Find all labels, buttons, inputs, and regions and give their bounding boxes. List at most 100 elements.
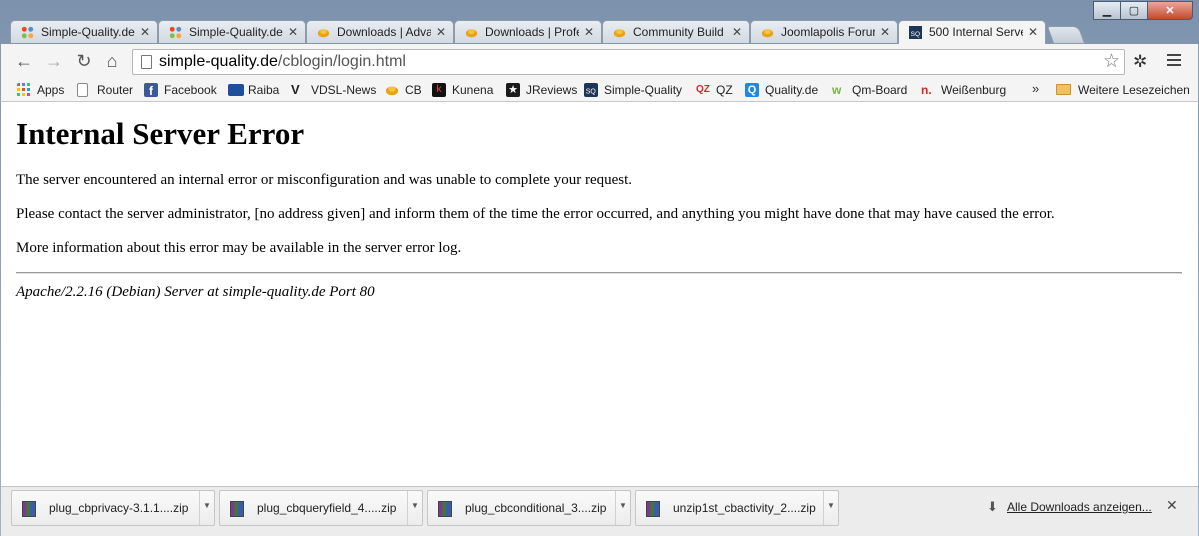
winrar-archive-icon <box>22 501 36 517</box>
bookmark-folder-label: Weitere Lesezeichen <box>1078 83 1190 97</box>
tab-close-icon[interactable]: ✕ <box>288 21 298 43</box>
winrar-archive-icon <box>438 501 452 517</box>
bookmark-qz[interactable]: QZ QZ <box>696 82 733 98</box>
chevron-down-icon[interactable]: ▼ <box>615 491 630 525</box>
tab-label: 500 Internal Serve <box>929 25 1023 39</box>
bookmark-kunena[interactable]: k Kunena <box>432 82 493 98</box>
chevron-down-icon[interactable]: ▼ <box>823 491 838 525</box>
download-item[interactable]: plug_cbprivacy-3.1.1....zip ▼ <box>11 490 215 526</box>
page-icon <box>141 55 152 69</box>
download-filename: plug_cbqueryfield_4.....zip <box>257 501 397 515</box>
new-tab-button[interactable] <box>1046 26 1086 44</box>
facebook-icon: f <box>144 83 158 98</box>
show-all-downloads-link[interactable]: Alle Downloads anzeigen... <box>1007 500 1152 514</box>
download-shelf: plug_cbprivacy-3.1.1....zip ▼ plug_cbque… <box>1 486 1198 536</box>
bookmarks-folder-other[interactable]: Weitere Lesezeichen <box>1056 82 1190 98</box>
bookmark-jreviews[interactable]: ★ JReviews <box>506 82 577 98</box>
bookmark-cb[interactable]: CB <box>385 82 422 98</box>
log-message: More information about this error may be… <box>16 240 462 256</box>
contact-message: Please contact the server administrator,… <box>16 206 1055 222</box>
joomlapolis-icon <box>761 29 774 38</box>
forward-button[interactable]: → <box>43 51 65 71</box>
weissenburg-icon: n. <box>921 83 932 97</box>
tab-downloads-adva[interactable]: Downloads | Adva ✕ <box>306 20 454 43</box>
bookmark-label: JReviews <box>526 83 578 97</box>
server-signature: Apache/2.2.16 (Debian) Server at simple-… <box>16 284 375 300</box>
tab-simple-quality-1[interactable]: Simple-Quality.de ✕ <box>10 20 158 43</box>
tab-label: Simple-Quality.de <box>41 25 135 39</box>
bookmark-simple-quality[interactable]: SQ Simple-Quality <box>584 82 682 98</box>
tab-close-icon[interactable]: ✕ <box>436 21 446 43</box>
download-item[interactable]: unzip1st_cbactivity_2....zip ▼ <box>635 490 839 526</box>
tab-label: Joomlapolis Forur <box>781 25 875 39</box>
download-item[interactable]: plug_cbqueryfield_4.....zip ▼ <box>219 490 423 526</box>
kunena-icon: k <box>432 83 446 97</box>
toolbar: ← → ↻ ⌂ simple-quality.de/cblogin/login.… <box>0 44 1199 78</box>
bookmark-star-icon[interactable]: ☆ <box>1103 50 1120 74</box>
tab-close-icon[interactable]: ✕ <box>140 21 150 43</box>
download-filename: unzip1st_cbactivity_2....zip <box>673 501 816 515</box>
sq-icon: SQ <box>909 26 922 39</box>
tab-community-builder[interactable]: Community Build ✕ <box>602 20 750 43</box>
apps-grid-icon <box>17 83 30 96</box>
raiba-icon <box>228 84 244 96</box>
joomlapolis-icon <box>465 29 478 38</box>
close-window-button[interactable]: ✕ <box>1147 1 1193 20</box>
bookmark-quality-de[interactable]: Q Quality.de <box>745 82 818 98</box>
download-item[interactable]: plug_cbconditional_3....zip ▼ <box>427 490 631 526</box>
bookmark-label: CB <box>405 83 422 97</box>
address-bar[interactable]: simple-quality.de/cblogin/login.html ☆ <box>132 49 1125 75</box>
show-all-downloads: ⬇ Alle Downloads anzeigen... <box>987 499 1152 514</box>
extension-icon[interactable]: ✲ <box>1133 52 1147 72</box>
tab-joomlapolis-forum[interactable]: Joomlapolis Forur ✕ <box>750 20 898 43</box>
tab-downloads-profe[interactable]: Downloads | Profe ✕ <box>454 20 602 43</box>
bookmark-qm-board[interactable]: w Qm-Board <box>832 82 907 98</box>
bookmark-label: Apps <box>37 83 65 97</box>
tab-close-icon[interactable]: ✕ <box>584 21 594 43</box>
home-button[interactable]: ⌂ <box>101 51 123 71</box>
bookmark-label: Weißenburg <box>941 83 1007 97</box>
bookmark-weissenburg[interactable]: n. Weißenburg <box>921 82 1006 98</box>
chevron-down-icon[interactable]: ▼ <box>199 491 214 525</box>
bookmark-label: Simple-Quality <box>604 83 683 97</box>
vdsl-icon: V <box>291 82 300 97</box>
joomla-icon <box>169 26 182 39</box>
bookmarks-overflow-button[interactable]: » <box>1032 81 1039 96</box>
joomlapolis-icon <box>613 29 626 38</box>
maximize-button[interactable]: ▢ <box>1120 1 1148 20</box>
bookmark-vdsl-news[interactable]: V VDSL-News <box>291 82 376 98</box>
tab-label: Downloads | Adva <box>337 25 431 39</box>
tab-close-icon[interactable]: ✕ <box>732 21 742 43</box>
chevron-down-icon[interactable]: ▼ <box>407 491 422 525</box>
download-filename: plug_cbconditional_3....zip <box>465 501 607 515</box>
tab-internal-server-error[interactable]: SQ 500 Internal Serve ✕ <box>898 20 1046 44</box>
close-shelf-icon[interactable]: ✕ <box>1166 497 1178 514</box>
bookmark-apps[interactable]: Apps <box>17 82 64 98</box>
joomla-icon <box>21 26 34 39</box>
bookmark-label: Facebook <box>164 83 217 97</box>
bookmark-raiba[interactable]: Raiba <box>228 82 279 98</box>
tab-close-icon[interactable]: ✕ <box>1028 21 1038 44</box>
quality-icon: Q <box>745 83 759 97</box>
svg-text:SQ: SQ <box>911 31 920 38</box>
joomlapolis-icon <box>385 86 399 96</box>
download-filename: plug_cbprivacy-3.1.1....zip <box>49 501 189 515</box>
bookmarks-bar: Apps Router f Facebook Raiba V VDSL-News… <box>0 78 1199 102</box>
page-content: Internal Server Error The server encount… <box>1 102 1198 486</box>
page-icon <box>77 83 88 97</box>
bookmark-label: Kunena <box>452 83 494 97</box>
tab-strip: Simple-Quality.de ✕ Simple-Quality.de ✕ … <box>10 20 1086 44</box>
minimize-button[interactable]: ▁ <box>1093 1 1121 20</box>
bookmark-router[interactable]: Router <box>77 82 133 98</box>
tab-close-icon[interactable]: ✕ <box>880 21 890 43</box>
error-message: The server encountered an internal error… <box>16 172 633 188</box>
reload-button[interactable]: ↻ <box>73 51 95 71</box>
tab-simple-quality-2[interactable]: Simple-Quality.de ✕ <box>158 20 306 43</box>
bookmark-label: QZ <box>716 83 733 97</box>
url-text[interactable]: simple-quality.de/cblogin/login.html <box>159 53 406 71</box>
back-button[interactable]: ← <box>13 51 35 71</box>
tab-label: Downloads | Profe <box>485 25 579 39</box>
bookmark-facebook[interactable]: f Facebook <box>144 82 217 98</box>
menu-icon[interactable] <box>1167 54 1181 69</box>
tab-label: Community Build <box>633 25 724 39</box>
